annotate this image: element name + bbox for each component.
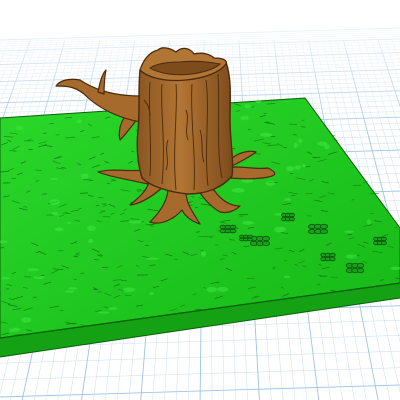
3d-viewport[interactable] xyxy=(0,0,400,400)
workplane-scene[interactable] xyxy=(0,0,400,400)
